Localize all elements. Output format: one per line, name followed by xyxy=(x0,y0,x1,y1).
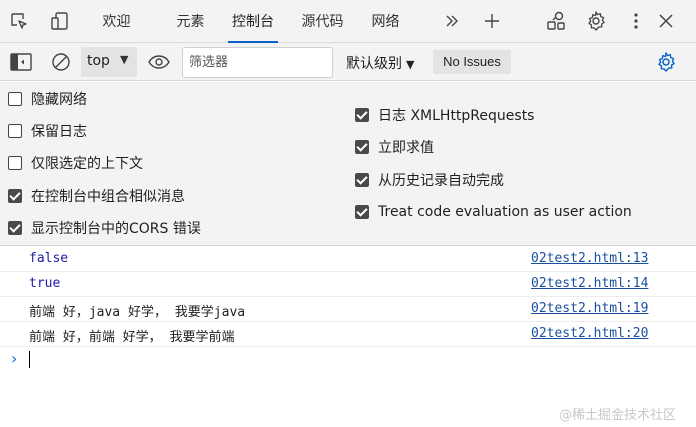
source-link[interactable]: 02test2.html:20 xyxy=(531,326,648,341)
console-settings-gear-icon[interactable] xyxy=(655,51,677,73)
text-caret xyxy=(29,351,30,368)
checkbox[interactable] xyxy=(8,221,22,235)
setting-label: 保留日志 xyxy=(31,124,87,140)
checkbox[interactable] xyxy=(8,189,22,203)
close-icon[interactable] xyxy=(655,10,677,32)
more-options-icon[interactable] xyxy=(625,10,647,32)
console-message: 前端 好，java 好学， 我要学java 02test2.html:19 xyxy=(0,297,696,322)
devtools-tab-bar: 欢迎 元素 控制台 源代码 网络 xyxy=(0,0,696,43)
console-message: true 02test2.html:14 xyxy=(0,272,696,297)
setting-autocomplete-history[interactable]: 从历史记录自动完成 xyxy=(355,169,504,191)
context-value: top xyxy=(87,53,110,69)
source-link[interactable]: 02test2.html:19 xyxy=(531,301,648,316)
setting-group-similar[interactable]: 在控制台中组合相似消息 xyxy=(8,185,185,207)
setting-label: 日志 XMLHttpRequests xyxy=(378,108,535,124)
tab-network[interactable]: 网络 xyxy=(370,0,401,43)
setting-log-xhr[interactable]: 日志 XMLHttpRequests xyxy=(355,104,534,126)
message-value: 前端 好，java 好学， 我要学java xyxy=(29,305,246,320)
console-message: false 02test2.html:13 xyxy=(0,247,696,272)
checkbox[interactable] xyxy=(8,124,22,138)
device-emulation-icon[interactable] xyxy=(49,10,71,32)
checkbox[interactable] xyxy=(355,173,369,187)
source-link[interactable]: 02test2.html:14 xyxy=(531,276,648,291)
connect-devices-icon[interactable] xyxy=(545,10,567,32)
setting-user-action-eval[interactable]: Treat code evaluation as user action xyxy=(355,201,632,223)
checkbox[interactable] xyxy=(355,205,369,219)
console-toolbar: top ▼ 默认级别 ▼ xyxy=(0,43,696,81)
setting-label: 在控制台中组合相似消息 xyxy=(31,189,185,205)
setting-selected-context-only[interactable]: 仅限选定的上下文 xyxy=(8,152,143,174)
message-value: false xyxy=(29,251,69,266)
add-tab-icon[interactable] xyxy=(481,10,503,32)
tab-sources[interactable]: 源代码 xyxy=(299,0,346,43)
setting-label: 仅限选定的上下文 xyxy=(31,156,143,172)
filter-input[interactable] xyxy=(182,47,333,78)
checkbox[interactable] xyxy=(8,156,22,170)
show-sidebar-icon[interactable] xyxy=(10,51,32,73)
message-value: 前端 好，前端 好学， 我要学前端 xyxy=(29,330,235,345)
live-expression-eye-icon[interactable] xyxy=(148,51,170,73)
checkbox[interactable] xyxy=(355,140,369,154)
setting-eager-evaluation[interactable]: 立即求值 xyxy=(355,136,434,158)
console-message: 前端 好，前端 好学， 我要学前端 02test2.html:20 xyxy=(0,322,696,347)
issues-button[interactable]: No Issues xyxy=(433,50,511,74)
setting-label: 从历史记录自动完成 xyxy=(378,173,504,189)
setting-preserve-log[interactable]: 保留日志 xyxy=(8,120,87,142)
checkbox[interactable] xyxy=(355,108,369,122)
source-link[interactable]: 02test2.html:13 xyxy=(531,251,648,266)
clear-console-icon[interactable] xyxy=(50,51,72,73)
inspect-element-icon[interactable] xyxy=(8,10,30,32)
setting-label: 显示控制台中的CORS 错误 xyxy=(31,221,201,237)
checkbox[interactable] xyxy=(8,92,22,106)
setting-label: 立即求值 xyxy=(378,140,434,156)
console-settings-panel: 隐藏网络 保留日志 仅限选定的上下文 在控制台中组合相似消息 显示控制台中的CO… xyxy=(0,82,696,246)
log-level-dropdown[interactable]: 默认级别 ▼ xyxy=(346,53,414,73)
watermark: @稀土掘金技术社区 xyxy=(559,408,677,423)
chevron-down-icon: ▼ xyxy=(406,58,415,71)
prompt-chevron-icon: › xyxy=(11,349,18,368)
setting-label: 隐藏网络 xyxy=(31,92,87,108)
console-prompt[interactable]: › xyxy=(0,347,696,373)
chevron-down-icon: ▼ xyxy=(120,53,129,66)
console-messages: false 02test2.html:13 true 02test2.html:… xyxy=(0,247,696,373)
settings-gear-icon[interactable] xyxy=(585,10,607,32)
setting-hide-network[interactable]: 隐藏网络 xyxy=(8,88,87,110)
tab-console[interactable]: 控制台 xyxy=(228,0,278,43)
log-level-label: 默认级别 xyxy=(346,56,402,72)
setting-label: Treat code evaluation as user action xyxy=(378,204,632,220)
more-tabs-icon[interactable] xyxy=(441,10,463,32)
tab-welcome[interactable]: 欢迎 xyxy=(101,0,132,43)
setting-show-cors-errors[interactable]: 显示控制台中的CORS 错误 xyxy=(8,217,201,239)
tab-elements[interactable]: 元素 xyxy=(175,0,206,43)
message-value: true xyxy=(29,276,61,291)
context-selector[interactable]: top ▼ xyxy=(81,47,137,77)
